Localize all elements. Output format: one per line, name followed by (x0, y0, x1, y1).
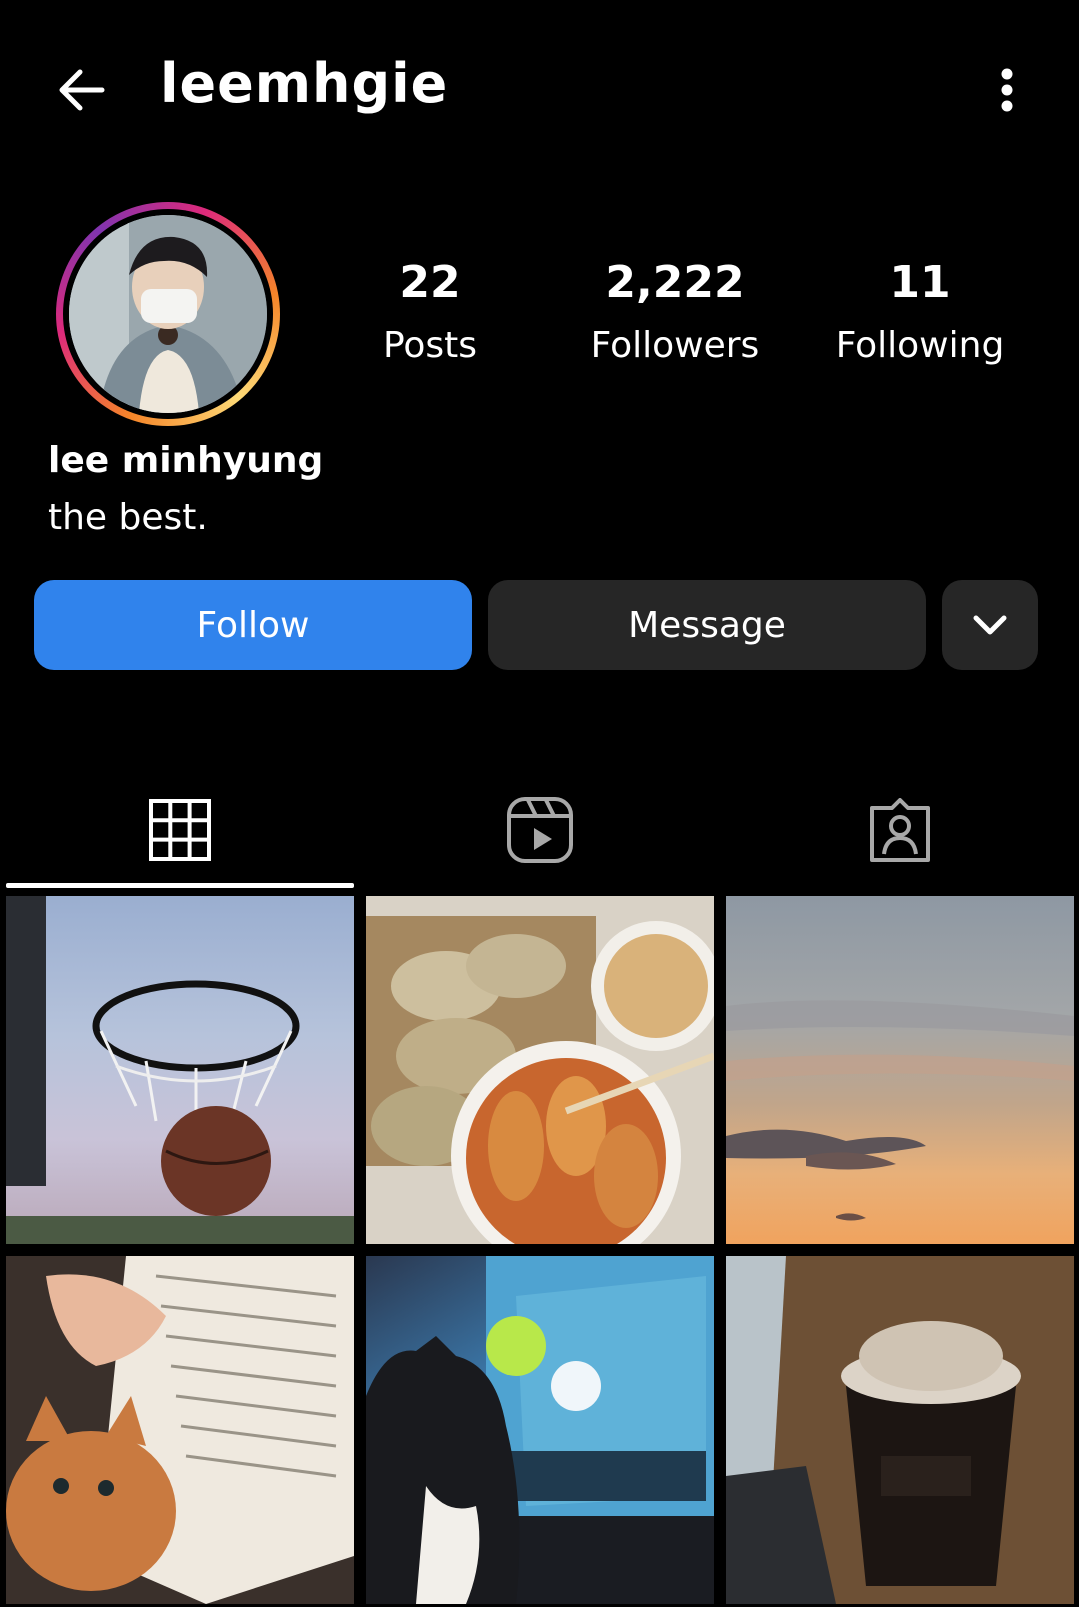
following-label: Following (835, 325, 1005, 366)
back-button[interactable] (52, 60, 112, 120)
kitten-book-photo (6, 1256, 354, 1604)
followers-stat[interactable]: 2,222 Followers (570, 255, 780, 381)
tab-tagged[interactable] (720, 770, 1079, 890)
followers-label: Followers (590, 325, 760, 366)
post-thumbnail-basketball-hoop[interactable] (6, 896, 354, 1244)
arrow-left-icon (59, 69, 105, 111)
tagged-icon (869, 798, 930, 862)
cat-game-photo (366, 1256, 714, 1604)
profile-tabs (0, 770, 1079, 890)
username-title: leemhgie (160, 52, 449, 115)
story-ring[interactable] (56, 202, 280, 426)
post-thumbnail-sunset[interactable] (726, 896, 1074, 1244)
vertical-dots-icon (1001, 68, 1013, 112)
post-thumbnail-iced-coffee[interactable] (726, 1256, 1074, 1604)
follow-button[interactable]: Follow (34, 580, 472, 670)
tab-reels[interactable] (360, 770, 719, 890)
profile-bio: the best. (48, 497, 208, 538)
followers-count: 2,222 (605, 257, 745, 308)
reels-icon (506, 797, 573, 863)
suggested-dropdown-button[interactable] (942, 580, 1038, 670)
post-thumbnail-cat-game[interactable] (366, 1256, 714, 1604)
avatar-photo (69, 215, 267, 413)
posts-label: Posts (382, 325, 478, 366)
grid-icon (148, 799, 211, 861)
sunset-photo (726, 1000, 1074, 1221)
basketball-hoop-photo (6, 896, 354, 1244)
profile-header: leemhgie (0, 0, 1079, 180)
following-stat[interactable]: 11 Following (820, 255, 1020, 381)
more-options-button[interactable] (985, 60, 1029, 120)
active-tab-indicator (6, 883, 354, 888)
tab-posts-grid[interactable] (0, 770, 359, 890)
profile-name: lee minhyung (48, 440, 324, 481)
food-photo (366, 896, 714, 1244)
post-thumbnail-dumplings[interactable] (366, 896, 714, 1244)
avatar (69, 215, 267, 413)
iced-coffee-photo (726, 1256, 1074, 1604)
post-thumbnail-kitten-book[interactable] (6, 1256, 354, 1604)
posts-count: 22 (399, 257, 461, 308)
chevron-down-icon (973, 615, 1007, 635)
message-button[interactable]: Message (488, 580, 926, 670)
following-count: 11 (889, 257, 951, 308)
posts-stat: 22 Posts (360, 255, 500, 381)
